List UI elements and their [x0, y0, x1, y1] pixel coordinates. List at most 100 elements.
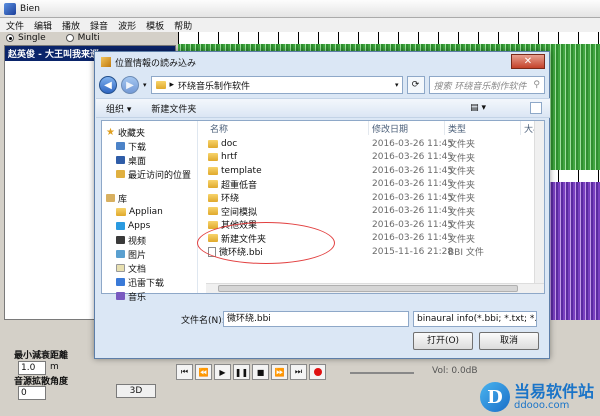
thunder-icon [116, 278, 125, 286]
nav-thunder[interactable]: 迅雷下载 [102, 275, 197, 289]
min-distance-input[interactable]: 1.0 [18, 361, 46, 375]
record-icon [313, 368, 322, 376]
open-button[interactable]: 打开(O) [413, 332, 473, 350]
nav-apps[interactable]: Apps [102, 219, 197, 233]
single-radio[interactable] [6, 34, 14, 42]
refresh-icon[interactable]: ⟳ [406, 76, 425, 94]
single-label: Single [18, 33, 46, 43]
filetype-select[interactable]: binaural info(*.bbi; *.txt; *.btp [413, 311, 537, 327]
dialog-title: 位置情報の読み込み [115, 58, 197, 69]
horizontal-scrollbar[interactable] [206, 283, 544, 293]
address-row: ◀ ▶ ▾ ▸ 环绕音乐制作软件 ▾ ⟳ 搜索 环绕音乐制作软件 ⚲ [99, 74, 545, 96]
search-icon: ⚲ [533, 80, 540, 90]
nav-desktop[interactable]: 桌面 [102, 153, 197, 167]
nav-music-label: 音乐 [128, 292, 147, 303]
scrollbar-thumb[interactable] [218, 285, 518, 292]
file-type: 文件夹 [448, 234, 476, 245]
3d-button[interactable]: 3D [116, 384, 156, 398]
vertical-scrollbar[interactable] [534, 121, 544, 283]
nav-music[interactable]: 音乐 [102, 289, 197, 303]
filename-input[interactable]: 微环绕.bbi [223, 311, 409, 327]
column-separator[interactable] [520, 121, 521, 135]
nav-video[interactable]: 视频 [102, 233, 197, 247]
menu-template[interactable]: 模板 [146, 19, 164, 32]
play-button[interactable]: ▶ [214, 364, 231, 380]
nav-video-label: 视频 [128, 236, 147, 247]
file-name: 其他效果 [221, 221, 258, 231]
time-ruler-top [178, 32, 600, 44]
column-name[interactable]: 名称 [210, 121, 228, 135]
nav-recent[interactable]: 最近访问的位置 [102, 167, 197, 181]
last-button[interactable]: ⏭ [290, 364, 307, 380]
multi-radio[interactable] [65, 34, 74, 42]
nav-documents-label: 文档 [128, 264, 147, 275]
menu-play[interactable]: 播放 [62, 19, 80, 32]
nav-applian[interactable]: Applian [102, 205, 197, 219]
position-slider[interactable] [350, 372, 414, 374]
file-row[interactable]: hrtf 2016-03-26 11:45 文件夹 [206, 151, 544, 164]
spread-angle-input[interactable]: 0 [18, 386, 46, 400]
history-dropdown-icon[interactable]: ▾ [143, 81, 147, 89]
file-type: 文件夹 [448, 140, 476, 150]
file-date: 2016-03-26 11:45 [372, 206, 454, 216]
file-row[interactable]: 环绕 2016-03-26 11:45 文件夹 [206, 191, 544, 204]
desktop-icon [116, 156, 125, 164]
column-type[interactable]: 类型 [448, 121, 466, 135]
back-arrow-icon[interactable]: ◀ [99, 76, 117, 94]
search-input[interactable]: 搜索 环绕音乐制作软件 ⚲ [428, 76, 545, 94]
forward-button[interactable]: ⏩ [271, 364, 288, 380]
stop-button[interactable]: ■ [252, 364, 269, 380]
file-row[interactable]: 空间模拟 2016-03-26 11:45 文件夹 [206, 205, 544, 218]
file-name-cell: 超重低音 [208, 178, 257, 191]
volume-readout: Vol: 0.0dB [432, 366, 478, 376]
nav-pictures[interactable]: 图片 [102, 247, 197, 261]
address-dropdown-icon[interactable]: ▾ [395, 81, 399, 89]
dialog-title-bar: 位置情報の読み込み [95, 52, 549, 72]
menu-edit[interactable]: 编辑 [34, 19, 52, 32]
file-date: 2016-03-26 11:45 [372, 152, 454, 162]
file-row[interactable]: 新建文件夹 2016-03-26 11:45 文件夹 [206, 232, 544, 245]
column-separator[interactable] [368, 121, 369, 135]
nav-favorites[interactable]: ★ 收藏夹 [102, 125, 197, 139]
folder-icon [116, 208, 126, 216]
menu-wave[interactable]: 波形 [118, 19, 136, 32]
first-button[interactable]: ⏮ [176, 364, 193, 380]
file-name: 空间模拟 [221, 207, 258, 218]
nav-documents[interactable]: 文档 [102, 261, 197, 275]
preview-pane-icon[interactable] [530, 102, 542, 114]
file-row[interactable]: 其他效果 2016-03-26 11:45 文件夹 [206, 218, 544, 231]
column-modified[interactable]: 修改日期 [372, 121, 408, 135]
menu-help[interactable]: 帮助 [174, 19, 192, 32]
new-folder-button[interactable]: 新建文件夹 [151, 102, 196, 115]
watermark-url: ddooo.com [513, 400, 570, 411]
cancel-button[interactable]: 取消 [479, 332, 539, 350]
folder-icon [208, 180, 218, 188]
file-name: doc [221, 138, 238, 149]
address-bar[interactable]: ▸ 环绕音乐制作软件 ▾ [150, 76, 403, 94]
nav-download[interactable]: 下载 [102, 139, 197, 153]
file-row[interactable]: 微环绕.bbi 2015-11-16 21:28 BBI 文件 [206, 245, 544, 258]
file-row[interactable]: doc 2016-03-26 11:45 文件夹 [206, 137, 544, 150]
file-date: 2016-03-26 11:45 [372, 179, 454, 189]
rewind-button[interactable]: ⏪ [195, 364, 212, 380]
file-row[interactable]: 超重低音 2016-03-26 11:45 文件夹 [206, 178, 544, 191]
breadcrumb-current[interactable]: 环绕音乐制作软件 [178, 79, 250, 92]
file-type: 文件夹 [448, 194, 476, 204]
watermark-text: 当易软件站 [513, 382, 594, 401]
folder-icon [208, 234, 218, 242]
menu-record[interactable]: 録音 [90, 19, 108, 32]
file-name-cell: 环绕 [208, 191, 239, 204]
dialog-close-button[interactable]: ✕ [511, 54, 545, 69]
forward-arrow-icon[interactable]: ▶ [121, 76, 139, 94]
record-button[interactable] [309, 364, 326, 380]
view-options-icon[interactable]: ▤ ▾ [470, 103, 486, 113]
file-name: hrtf [221, 152, 238, 162]
folder-icon [208, 139, 218, 148]
column-separator[interactable] [444, 121, 445, 135]
file-row[interactable]: template 2016-03-26 11:45 文件夹 [206, 164, 544, 177]
organize-button[interactable]: 组织 ▾ [106, 102, 131, 115]
pause-button[interactable]: ❚❚ [233, 364, 250, 380]
nav-library[interactable]: 库 [102, 191, 197, 205]
library-icon [106, 194, 115, 202]
menu-file[interactable]: 文件 [6, 19, 24, 32]
